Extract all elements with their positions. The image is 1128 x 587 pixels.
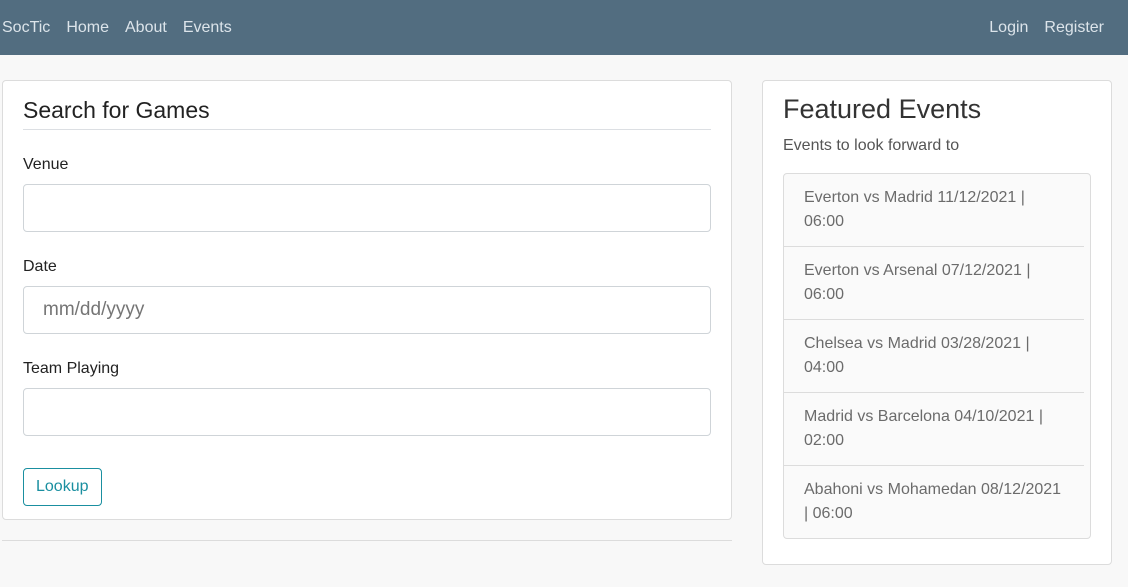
event-item[interactable]: Everton vs Arsenal 07/12/2021 | 06:00 xyxy=(784,247,1084,320)
team-input[interactable] xyxy=(23,388,711,436)
venue-input[interactable] xyxy=(23,184,711,232)
search-card: Search for Games Venue Date Team Playing… xyxy=(2,80,732,520)
event-item[interactable]: Abahoni vs Mohamedan 08/12/2021 | 06:00 xyxy=(784,466,1084,538)
search-title: Search for Games xyxy=(23,97,711,130)
navbar: SocTic Home About Events Login Register xyxy=(0,0,1128,55)
event-item[interactable]: Chelsea vs Madrid 03/28/2021 | 04:00 xyxy=(784,320,1084,393)
nav-home[interactable]: Home xyxy=(66,19,109,37)
divider xyxy=(2,540,732,541)
event-item[interactable]: Everton vs Madrid 11/12/2021 | 06:00 xyxy=(784,174,1084,247)
lookup-button[interactable]: Lookup xyxy=(23,468,102,506)
team-label: Team Playing xyxy=(23,360,120,377)
brand-logo[interactable]: SocTic xyxy=(2,19,50,37)
nav-register[interactable]: Register xyxy=(1044,19,1104,37)
nav-login[interactable]: Login xyxy=(989,19,1028,37)
events-list: Everton vs Madrid 11/12/2021 | 06:00 Eve… xyxy=(783,173,1091,539)
featured-subtitle: Events to look forward to xyxy=(783,137,960,154)
date-input[interactable] xyxy=(23,286,711,334)
featured-title: Featured Events xyxy=(783,94,982,124)
featured-card: Featured Events Events to look forward t… xyxy=(762,80,1112,565)
venue-label: Venue xyxy=(23,156,69,173)
date-label: Date xyxy=(23,258,57,275)
nav-about[interactable]: About xyxy=(125,19,167,37)
event-item[interactable]: Madrid vs Barcelona 04/10/2021 | 02:00 xyxy=(784,393,1084,466)
nav-events[interactable]: Events xyxy=(183,19,232,37)
